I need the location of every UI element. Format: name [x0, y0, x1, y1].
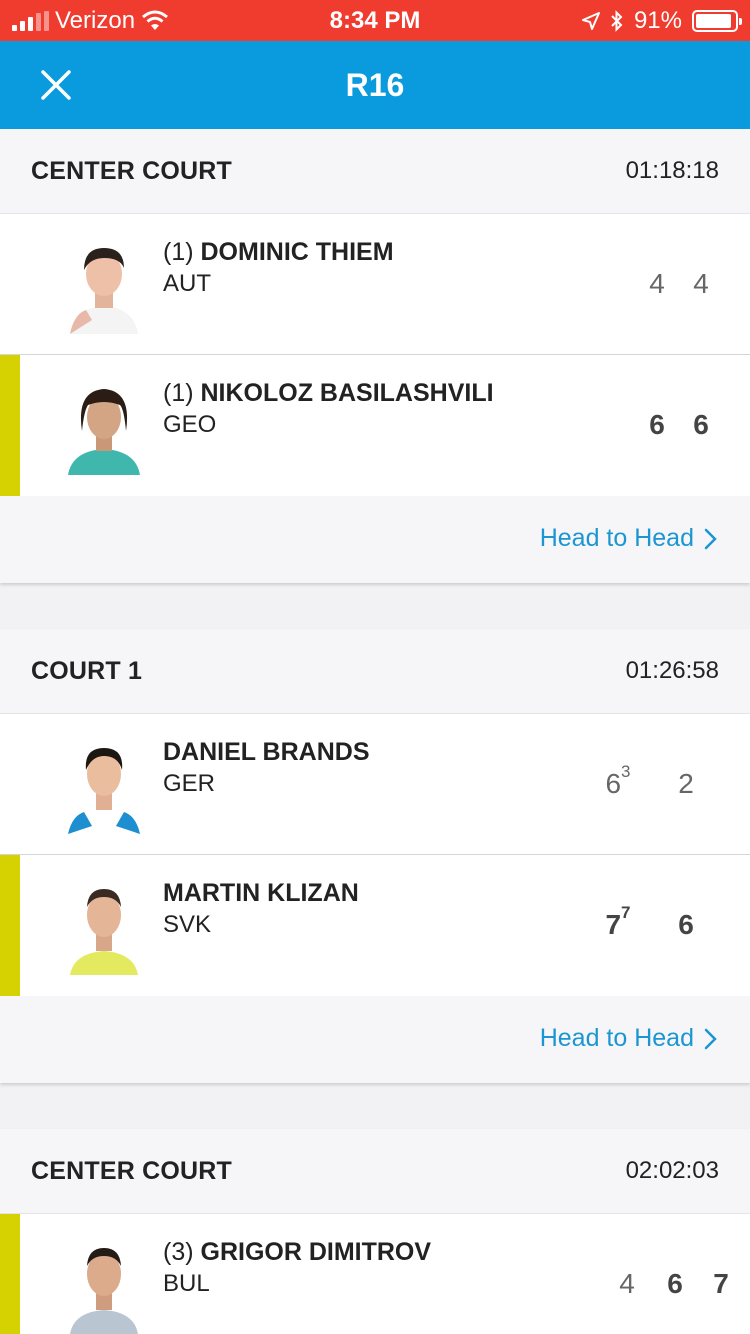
match-card: CENTER COURT 02:02:03 (3) GRIGOR DIMITRO…	[0, 1129, 750, 1334]
match-duration: 01:18:18	[625, 157, 719, 184]
winner-marker	[0, 855, 20, 996]
set-score: 63	[605, 762, 631, 799]
h2h-footer: Head to Head	[0, 496, 750, 583]
match-card: CENTER COURT 01:18:18 (1) DOMINIC THIEM …	[0, 129, 750, 583]
status-bar: Verizon 8:34 PM 91%	[0, 0, 750, 41]
court-name: COURT 1	[31, 656, 143, 685]
set-score: 6	[649, 409, 665, 440]
battery-percent: 91%	[633, 7, 682, 34]
set-score: 77	[605, 903, 631, 940]
player-avatar	[70, 248, 138, 334]
head-to-head-link[interactable]: Head to Head	[540, 524, 718, 553]
chevron-right-icon	[704, 528, 717, 549]
player-row[interactable]: MARTIN KLIZAN SVK 77 6	[0, 855, 750, 996]
match-duration: 02:02:03	[625, 1157, 719, 1184]
player-row[interactable]: (1) DOMINIC THIEM AUT 4 4	[0, 214, 750, 355]
court-name: CENTER COURT	[31, 156, 233, 185]
player-name: NIKOLOZ BASILASHVILI	[200, 379, 494, 407]
head-to-head-label: Head to Head	[539, 524, 694, 552]
player-country: GEO	[163, 411, 217, 438]
h2h-footer: Head to Head	[0, 996, 750, 1083]
set-score: 4	[693, 268, 709, 299]
head-to-head-link[interactable]: Head to Head	[540, 1024, 718, 1053]
player-avatar	[70, 1248, 138, 1334]
set-score: 2	[678, 768, 694, 799]
player-seed: (1)	[163, 238, 201, 266]
set-score: 7	[713, 1268, 729, 1299]
match-card: COURT 1 01:26:58 DANIEL BRANDS GER 63 2 …	[0, 629, 750, 1083]
chevron-right-icon	[704, 1028, 717, 1049]
court-name: CENTER COURT	[31, 1156, 233, 1185]
player-avatar	[70, 889, 138, 975]
set-score: 4	[619, 1268, 635, 1299]
player-name: DOMINIC THIEM	[200, 238, 394, 266]
nav-bar: R16	[0, 41, 750, 129]
player-name: DANIEL BRANDS	[163, 738, 370, 766]
player-row[interactable]: (1) NIKOLOZ BASILASHVILI GEO 6 6	[0, 355, 750, 496]
set-score: 6	[678, 909, 694, 940]
player-country: SVK	[163, 911, 212, 938]
winner-marker	[0, 355, 20, 496]
player-seed: (3)	[163, 1238, 201, 1266]
player-seed: (1)	[163, 379, 201, 407]
player-row[interactable]: (3) GRIGOR DIMITROV BUL 4 6 7	[0, 1214, 750, 1334]
winner-marker	[0, 1214, 20, 1334]
court-header: CENTER COURT 02:02:03	[0, 1129, 750, 1214]
page-title: R16	[345, 67, 405, 103]
match-duration: 01:26:58	[625, 657, 719, 684]
player-avatar	[68, 389, 140, 475]
set-score: 6	[693, 409, 709, 440]
set-score: 6	[667, 1268, 683, 1299]
bluetooth-icon	[611, 10, 623, 32]
set-score: 4	[649, 268, 665, 299]
player-country: BUL	[163, 1270, 210, 1297]
player-country: AUT	[163, 270, 211, 297]
head-to-head-label: Head to Head	[539, 1024, 694, 1052]
player-row[interactable]: DANIEL BRANDS GER 63 2	[0, 714, 750, 855]
battery-icon	[692, 10, 742, 32]
player-avatar	[68, 748, 140, 834]
court-header: COURT 1 01:26:58	[0, 629, 750, 714]
court-header: CENTER COURT 01:18:18	[0, 129, 750, 214]
player-name: GRIGOR DIMITROV	[200, 1238, 432, 1266]
location-arrow-icon	[581, 12, 600, 30]
player-name: MARTIN KLIZAN	[163, 879, 359, 907]
player-country: GER	[163, 770, 216, 797]
